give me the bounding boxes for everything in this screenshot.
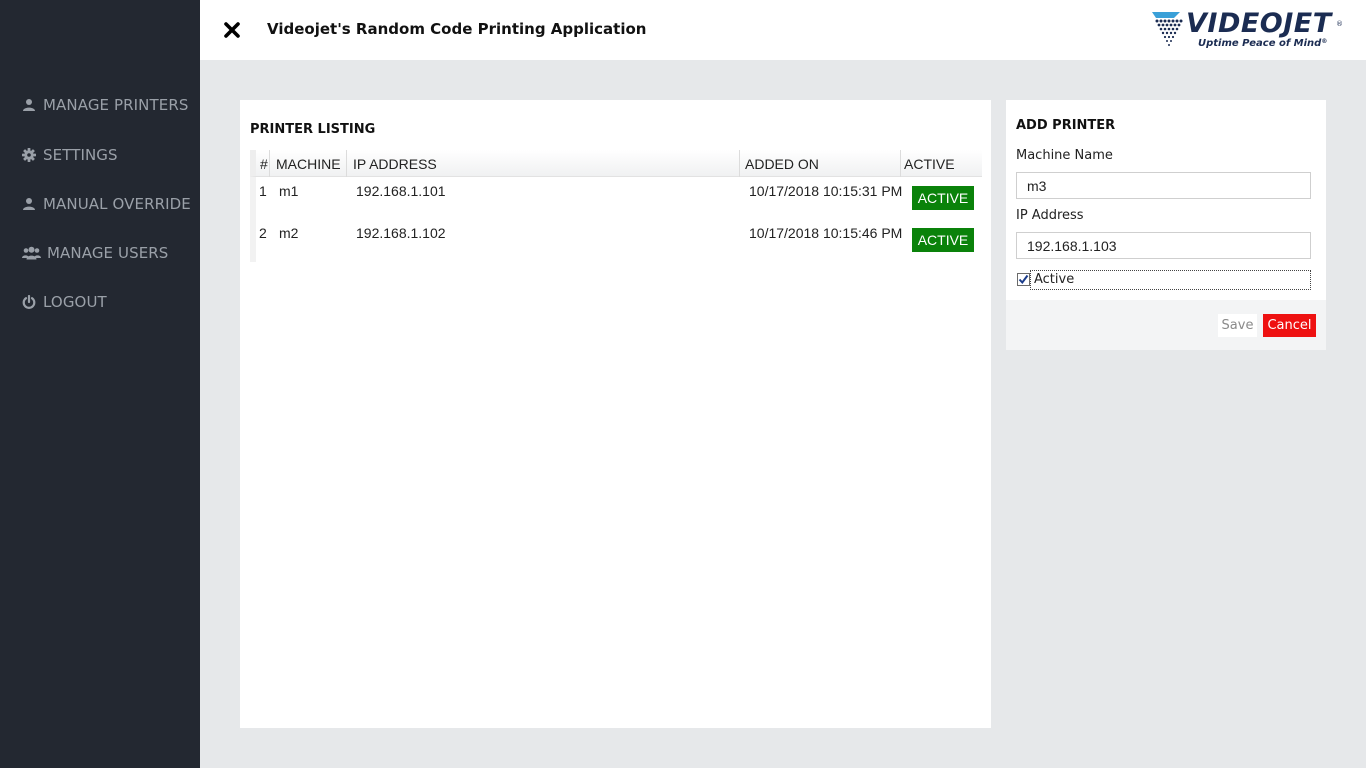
machine-name-input[interactable] xyxy=(1016,172,1311,199)
printer-listing-panel: PRINTER LISTING # MACHINE IP ADDRESS ADD… xyxy=(240,100,991,728)
page-title: Videojet's Random Code Printing Applicat… xyxy=(267,20,647,38)
status-badge[interactable]: ACTIVE xyxy=(912,186,974,210)
logo-registered-mark: ® xyxy=(1336,20,1343,28)
row-ip-address: 192.168.1.101 xyxy=(356,183,446,199)
row-machine: m1 xyxy=(279,183,299,199)
header-bar: Videojet's Random Code Printing Applicat… xyxy=(200,0,1366,60)
active-checkbox[interactable] xyxy=(1017,273,1030,286)
column-header-active[interactable]: ACTIVE xyxy=(904,156,955,172)
column-header-added-on[interactable]: ADDED ON xyxy=(745,156,819,172)
user-icon xyxy=(20,97,38,113)
machine-name-label: Machine Name xyxy=(1016,148,1113,163)
logo-tagline: Uptime Peace of Mind® xyxy=(1198,38,1327,49)
row-number: 2 xyxy=(259,225,267,241)
users-icon xyxy=(20,245,42,261)
user-icon xyxy=(20,196,38,212)
column-header-number[interactable]: # xyxy=(260,156,268,172)
logo-tagline-registered: ® xyxy=(1321,38,1328,45)
column-divider xyxy=(739,150,740,177)
logo-tagline-text: Uptime Peace of Mind xyxy=(1198,38,1322,49)
cancel-button[interactable]: Cancel xyxy=(1263,314,1316,337)
column-divider xyxy=(900,150,901,177)
printer-listing-title: PRINTER LISTING xyxy=(250,122,376,137)
table-header: # MACHINE IP ADDRESS ADDED ON ACTIVE xyxy=(250,150,982,177)
sidebar-item-settings[interactable]: SETTINGS xyxy=(20,146,118,164)
save-button[interactable]: Save xyxy=(1218,314,1257,337)
ip-address-label: IP Address xyxy=(1016,208,1084,223)
add-printer-footer: Save Cancel xyxy=(1006,300,1326,350)
checkmark-icon xyxy=(1018,274,1029,285)
row-ip-address: 192.168.1.102 xyxy=(356,225,446,241)
sidebar-item-label: LOGOUT xyxy=(43,293,107,311)
sidebar-item-logout[interactable]: LOGOUT xyxy=(20,293,107,311)
column-divider xyxy=(269,150,270,177)
sidebar-item-manage-users[interactable]: MANAGE USERS xyxy=(20,244,168,262)
videojet-logo: VIDEOJET ® Uptime Peace of Mind® xyxy=(1150,8,1345,52)
add-printer-title: ADD PRINTER xyxy=(1016,118,1116,133)
active-checkbox-label[interactable]: Active xyxy=(1030,270,1311,290)
row-added-on: 10/17/2018 10:15:31 PM xyxy=(749,183,903,199)
column-divider xyxy=(346,150,347,177)
sidebar-item-label: MANAGE USERS xyxy=(47,244,169,262)
row-number: 1 xyxy=(259,183,267,199)
close-icon[interactable] xyxy=(222,20,244,42)
add-printer-panel: ADD PRINTER Machine Name IP Address Acti… xyxy=(1006,100,1326,350)
logo-wordmark: VIDEOJET xyxy=(1186,8,1332,39)
sidebar-item-label: SETTINGS xyxy=(43,146,118,164)
column-header-ip-address[interactable]: IP ADDRESS xyxy=(353,156,437,172)
sidebar-item-manual-override[interactable]: MANUAL OVERRIDE xyxy=(20,195,191,213)
sidebar-item-manage-printers[interactable]: MANAGE PRINTERS xyxy=(20,96,189,114)
row-selector-bar xyxy=(250,177,256,262)
column-header-machine[interactable]: MACHINE xyxy=(276,156,341,172)
sidebar: MANAGE PRINTERS SETTINGS MANUAL OVERRIDE xyxy=(0,0,200,768)
printer-table: # MACHINE IP ADDRESS ADDED ON ACTIVE 1 m… xyxy=(250,150,982,262)
sidebar-item-label: MANAGE PRINTERS xyxy=(43,96,189,114)
row-added-on: 10/17/2018 10:15:46 PM xyxy=(749,225,903,241)
row-machine: m2 xyxy=(279,225,299,241)
active-checkbox-row: Active xyxy=(1016,270,1311,290)
sidebar-item-label: MANUAL OVERRIDE xyxy=(43,195,191,213)
status-badge[interactable]: ACTIVE xyxy=(912,228,974,252)
gear-icon xyxy=(20,147,38,163)
ip-address-input[interactable] xyxy=(1016,232,1311,259)
power-icon xyxy=(20,294,38,310)
